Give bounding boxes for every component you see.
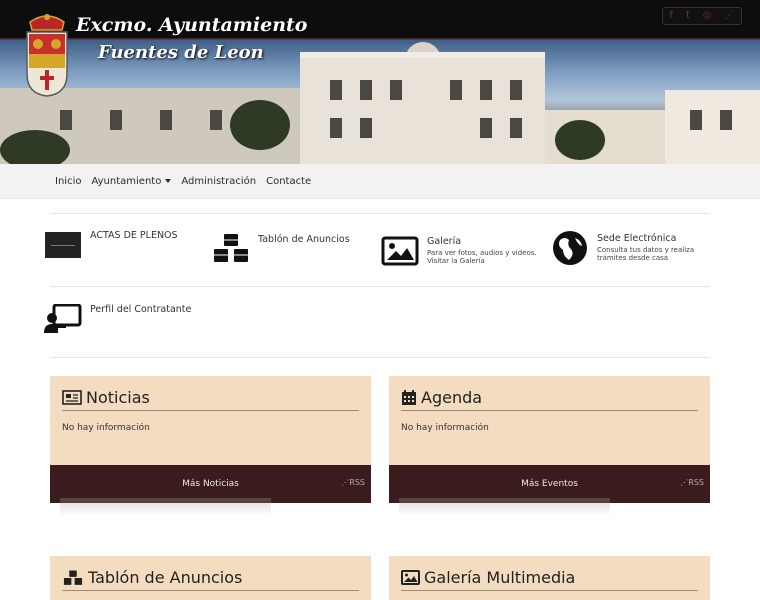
- banner-window: [110, 110, 122, 130]
- image-icon: [401, 570, 420, 585]
- banner-tree: [0, 130, 70, 164]
- banner-window: [510, 118, 522, 138]
- social-links: f t ◎ ⋰: [662, 7, 742, 25]
- divider: [50, 357, 710, 358]
- twitter-icon[interactable]: t: [686, 7, 690, 25]
- panel-agenda: Agenda No hay información Más Eventos ⋰R…: [389, 376, 710, 503]
- quick-link-title: Tablón de Anuncios: [258, 234, 350, 245]
- calendar-icon: [402, 389, 416, 405]
- nav-item-ayuntamiento[interactable]: Ayuntamiento: [91, 176, 172, 187]
- panel-shadow: [60, 498, 271, 516]
- quick-link-title: Sede Electrónica: [597, 233, 677, 244]
- panel-galeria-multimedia: Galería Multimedia: [389, 556, 710, 600]
- newspaper-icon: [62, 390, 82, 405]
- quick-link-title: ACTAS DE PLENOS: [90, 230, 178, 241]
- banner-window: [480, 118, 492, 138]
- more-news-link[interactable]: Más Noticias: [182, 479, 239, 489]
- banner-window: [210, 110, 222, 130]
- banner-tree: [230, 100, 290, 150]
- banner-window: [690, 110, 702, 130]
- banner-window: [720, 110, 732, 130]
- banner-building: [665, 90, 760, 164]
- banner-window: [510, 80, 522, 100]
- panel-title: Galería Multimedia: [424, 568, 576, 587]
- quick-link-title: Perfil del Contratante: [90, 304, 192, 315]
- panel-empty-message: No hay información: [62, 423, 150, 433]
- banner-window: [360, 118, 372, 138]
- quick-link-title: Galería: [427, 236, 462, 247]
- divider: [50, 286, 710, 287]
- site-title-line2[interactable]: Fuentes de Leon: [98, 42, 264, 63]
- presenter-icon: [44, 304, 82, 334]
- actas-image: [44, 230, 82, 260]
- banner-window: [450, 80, 462, 100]
- quick-link-sede[interactable]: Sede Electrónica Consulta tus datos y re…: [551, 231, 709, 265]
- site-title-line1[interactable]: Excmo. Ayuntamiento: [76, 14, 307, 36]
- panel-title: Agenda: [421, 388, 483, 407]
- nav-item-contacte[interactable]: Contacte: [266, 176, 311, 187]
- quick-link-perfil-contratante[interactable]: Perfil del Contratante: [44, 304, 191, 334]
- rss-icon[interactable]: ⋰: [725, 7, 735, 25]
- quick-link-subtitle: Para ver fotos, audios y videos. Visitar…: [427, 249, 537, 265]
- quick-link-tablon[interactable]: Tablón de Anuncios: [212, 234, 350, 264]
- divider: [50, 213, 710, 214]
- cubes-icon: [63, 570, 83, 585]
- banner-window: [60, 110, 72, 130]
- panel-title: Tablón de Anuncios: [88, 568, 243, 587]
- panel-tablon-anuncios: Tablón de Anuncios: [50, 556, 371, 600]
- quick-link-galeria[interactable]: Galería Para ver fotos, audios y videos.…: [381, 236, 539, 266]
- rss-link[interactable]: ⋰RSS: [341, 478, 365, 487]
- coat-of-arms-logo[interactable]: [22, 8, 72, 98]
- header-banner: Excmo. Ayuntamiento Fuentes de Leon f t …: [0, 0, 760, 164]
- nav-item-administracion[interactable]: Administración: [181, 176, 256, 187]
- banner-window: [160, 110, 172, 130]
- banner-window: [480, 80, 492, 100]
- image-icon: [381, 236, 419, 266]
- banner-tree: [555, 120, 605, 160]
- banner-window: [330, 80, 342, 100]
- main-nav: Inicio Ayuntamiento Administración Conta…: [0, 164, 760, 199]
- banner-window: [390, 80, 402, 100]
- panel-empty-message: No hay información: [401, 423, 489, 433]
- panel-shadow: [399, 498, 610, 516]
- divider: [62, 590, 359, 591]
- cubes-icon: [212, 234, 250, 264]
- rss-link[interactable]: ⋰RSS: [680, 478, 704, 487]
- more-events-link[interactable]: Más Eventos: [521, 479, 578, 489]
- divider: [401, 590, 698, 591]
- quick-link-subtitle: Consulta tus datos y realiza trámites de…: [597, 246, 695, 262]
- panel-noticias: Noticias No hay información Más Noticias…: [50, 376, 371, 503]
- banner-building-main: [300, 58, 545, 164]
- panel-title: Noticias: [86, 388, 150, 407]
- quick-link-actas[interactable]: ACTAS DE PLENOS: [44, 230, 178, 260]
- caret-down-icon: [165, 179, 172, 183]
- globe-icon: [551, 231, 589, 265]
- facebook-icon[interactable]: f: [669, 7, 673, 25]
- instagram-icon[interactable]: ◎: [703, 7, 712, 25]
- banner-window: [330, 118, 342, 138]
- banner-window: [360, 80, 372, 100]
- nav-item-inicio[interactable]: Inicio: [55, 176, 81, 187]
